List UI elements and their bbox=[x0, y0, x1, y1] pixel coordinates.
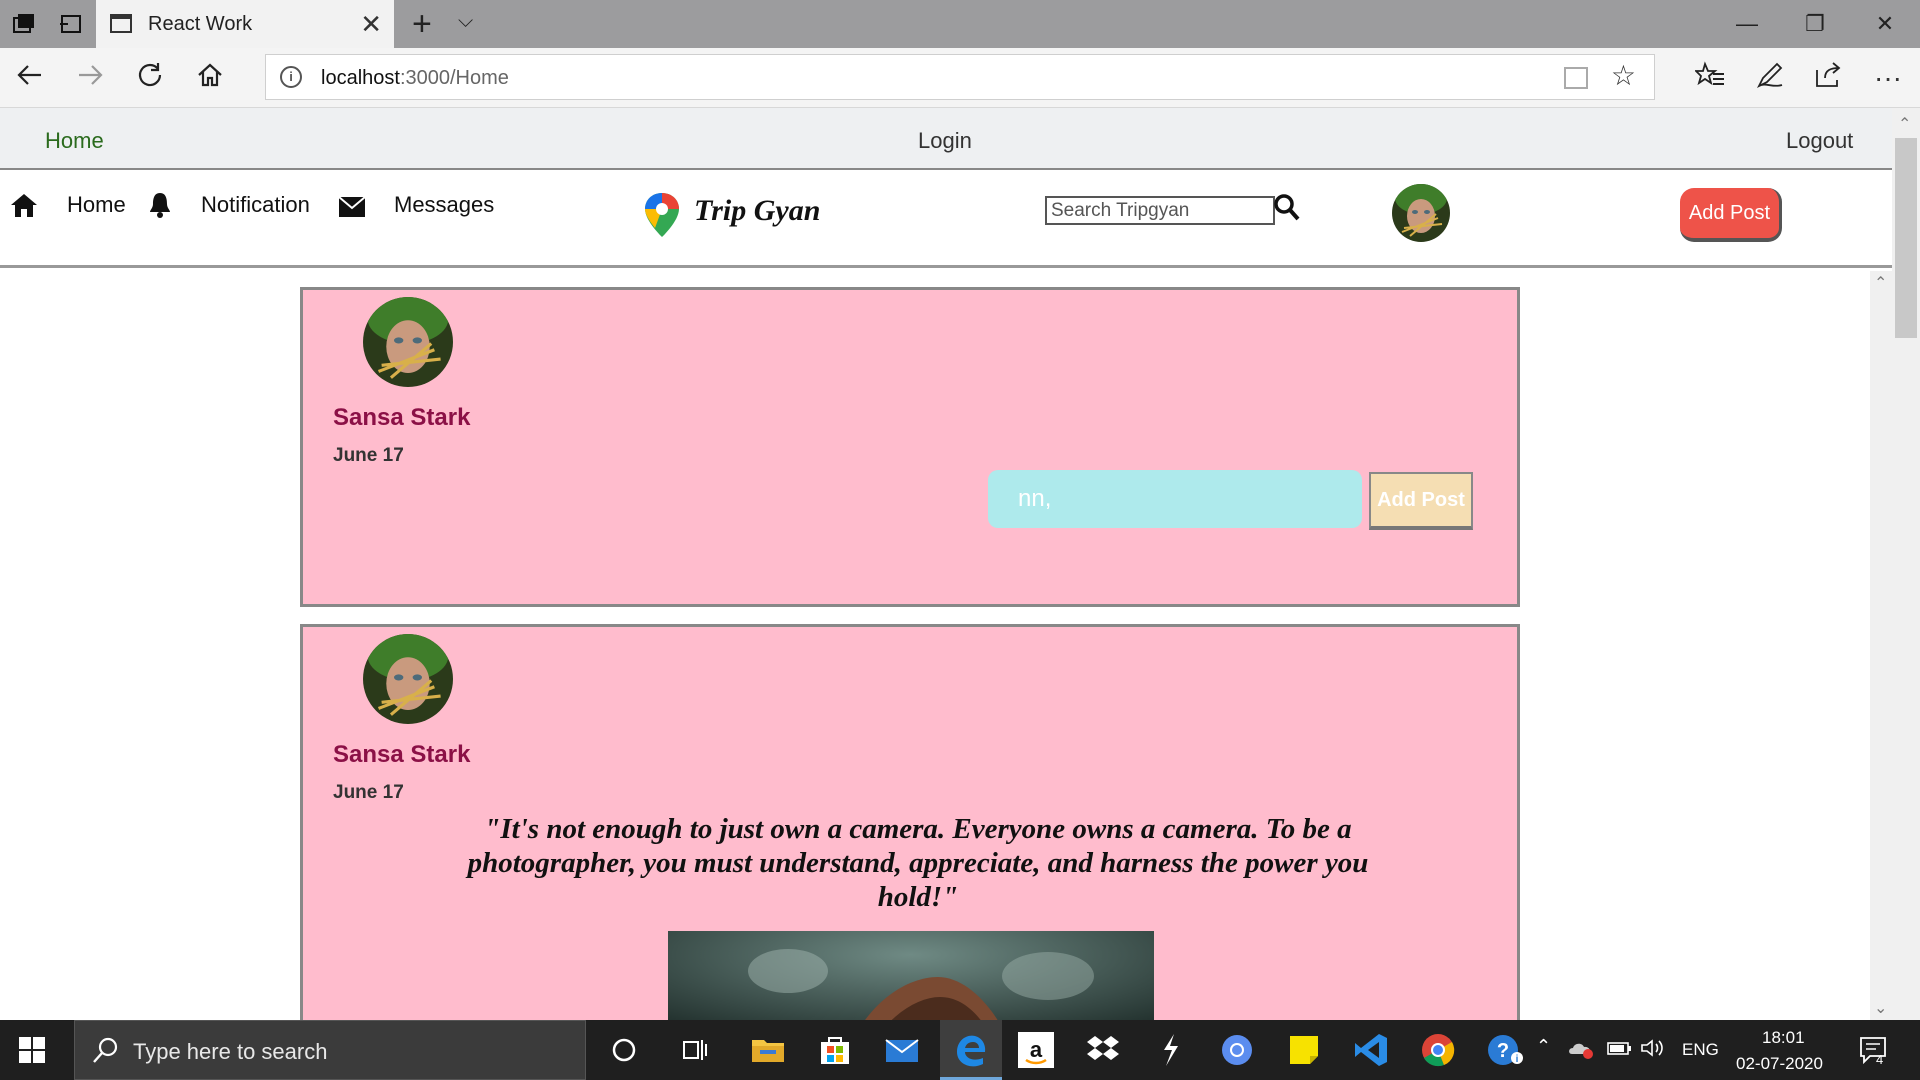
cortana-icon[interactable] bbox=[604, 1030, 644, 1070]
volume-icon[interactable] bbox=[1640, 1038, 1666, 1063]
header-home-link[interactable]: Home bbox=[67, 192, 126, 218]
url-text: localhost:3000/Home bbox=[321, 67, 509, 89]
refresh-icon[interactable] bbox=[132, 60, 168, 96]
info-icon[interactable]: i bbox=[280, 66, 302, 88]
notification-count: 4 bbox=[1876, 1052, 1884, 1067]
svg-text:?: ? bbox=[1497, 1040, 1509, 1062]
map-pin-icon bbox=[645, 193, 679, 237]
file-explorer-icon[interactable] bbox=[748, 1030, 788, 1070]
tab-react-work[interactable]: React Work ✕ bbox=[96, 0, 394, 48]
search-input[interactable] bbox=[1045, 196, 1275, 225]
bell-icon[interactable] bbox=[148, 191, 172, 226]
tab-title: React Work bbox=[148, 13, 253, 35]
feed-scrollbar[interactable]: ⌃ ⌄ bbox=[1870, 271, 1892, 1020]
onedrive-error-icon[interactable] bbox=[1568, 1038, 1596, 1065]
post-avatar[interactable] bbox=[363, 297, 453, 387]
tab-menu-icon[interactable]: ⌵ bbox=[458, 10, 473, 33]
task-view-icon[interactable] bbox=[676, 1030, 716, 1070]
house-icon[interactable] bbox=[10, 192, 38, 225]
clock-time[interactable]: 18:01 bbox=[1762, 1028, 1805, 1048]
add-post-button[interactable]: Add Post bbox=[1680, 188, 1782, 242]
windows-taskbar: Type here to search a ? i ⌃ ENG 18:01 02… bbox=[0, 1020, 1920, 1080]
reading-view-icon[interactable] bbox=[1564, 67, 1588, 89]
top-nav: Home Login Logout bbox=[0, 108, 1892, 170]
amazon-icon[interactable]: a bbox=[1016, 1030, 1056, 1070]
nav-logout-link[interactable]: Logout bbox=[1786, 128, 1853, 154]
taskbar-search-placeholder: Type here to search bbox=[133, 1039, 328, 1064]
edge-taskbar-active[interactable] bbox=[940, 1020, 1002, 1080]
address-bar-row: i localhost:3000/Home ☆ ··· bbox=[0, 48, 1920, 108]
svg-text:i: i bbox=[1516, 1054, 1519, 1065]
dropbox-icon[interactable] bbox=[1083, 1030, 1123, 1070]
browser-tab-bar: React Work ✕ + ⌵ — ❐ ✕ bbox=[0, 0, 1920, 48]
scroll-up-icon[interactable]: ⌃ bbox=[1898, 114, 1911, 134]
more-icon[interactable]: ··· bbox=[1870, 60, 1906, 96]
share-icon[interactable] bbox=[1810, 60, 1846, 96]
set-aside-tabs-icon[interactable] bbox=[58, 12, 84, 36]
store-icon[interactable] bbox=[815, 1030, 855, 1070]
language-indicator[interactable]: ENG bbox=[1682, 1040, 1719, 1060]
post-text-input[interactable] bbox=[988, 470, 1362, 528]
page-icon bbox=[110, 14, 132, 33]
nav-home-link[interactable]: Home bbox=[45, 128, 104, 154]
post-author[interactable]: Sansa Stark bbox=[333, 404, 470, 432]
favorite-star-icon[interactable]: ☆ bbox=[1611, 61, 1636, 91]
tab-close-icon[interactable]: ✕ bbox=[360, 9, 382, 39]
scrollbar-thumb[interactable] bbox=[1895, 138, 1917, 338]
close-window-icon[interactable]: ✕ bbox=[1860, 10, 1910, 40]
page-scrollbar[interactable]: ⌃ bbox=[1892, 108, 1920, 1020]
restore-icon[interactable]: ❐ bbox=[1790, 10, 1840, 40]
chromium-icon[interactable] bbox=[1217, 1030, 1257, 1070]
post-date: June 17 bbox=[333, 782, 404, 803]
site-logo[interactable]: Trip Gyan bbox=[694, 194, 820, 228]
vscode-icon[interactable] bbox=[1351, 1030, 1391, 1070]
windows-start-icon[interactable] bbox=[18, 1036, 46, 1064]
site-header: Home Notification Messages Trip Gyan Sea… bbox=[0, 170, 1892, 268]
favorites-icon[interactable] bbox=[1692, 60, 1728, 96]
url-field[interactable]: i localhost:3000/Home ☆ bbox=[265, 54, 1655, 100]
battery-icon[interactable] bbox=[1606, 1038, 1632, 1063]
show-hidden-icons[interactable]: ⌃ bbox=[1536, 1036, 1551, 1057]
help-icon[interactable]: ? i bbox=[1485, 1030, 1525, 1070]
home-icon[interactable] bbox=[192, 60, 228, 96]
back-icon[interactable] bbox=[12, 60, 48, 96]
chrome-icon[interactable] bbox=[1418, 1030, 1458, 1070]
user-avatar[interactable] bbox=[1392, 184, 1450, 242]
header-messages-link[interactable]: Messages bbox=[394, 192, 494, 218]
post-quote: "It's not enough to just own a camera. E… bbox=[467, 813, 1369, 913]
app-s-icon[interactable] bbox=[1150, 1030, 1190, 1070]
forward-icon[interactable] bbox=[72, 60, 108, 96]
envelope-icon[interactable] bbox=[338, 194, 366, 225]
taskbar-search-icon bbox=[91, 1035, 121, 1067]
post-avatar[interactable] bbox=[363, 634, 453, 724]
edge-icon bbox=[951, 1030, 991, 1070]
post-date: June 17 bbox=[333, 445, 404, 466]
submit-post-button[interactable]: Add Post bbox=[1369, 472, 1473, 530]
new-tab-icon[interactable]: + bbox=[412, 6, 432, 42]
post-photo[interactable] bbox=[668, 931, 1154, 1020]
feed-scroll-up-icon[interactable]: ⌃ bbox=[1874, 273, 1887, 293]
pen-icon[interactable] bbox=[1752, 60, 1788, 96]
post-author[interactable]: Sansa Stark bbox=[333, 741, 470, 769]
post-feed: Sansa Stark June 17 Add Post Sansa Stark… bbox=[0, 271, 1892, 1020]
header-notification-link[interactable]: Notification bbox=[201, 192, 310, 218]
post-card: Sansa Stark June 17 Add Post bbox=[300, 287, 1520, 607]
svg-text:a: a bbox=[1030, 1037, 1043, 1062]
feed-scroll-down-icon[interactable]: ⌄ bbox=[1874, 998, 1887, 1018]
post-card: Sansa Stark June 17 "It's not enough to … bbox=[300, 624, 1520, 1020]
web-page: Home Login Logout Home Notification Mess… bbox=[0, 108, 1920, 1020]
tab-preview-icon[interactable] bbox=[12, 12, 38, 36]
minimize-icon[interactable]: — bbox=[1722, 10, 1772, 40]
nav-login-link[interactable]: Login bbox=[918, 128, 972, 154]
action-center-icon[interactable] bbox=[1858, 1034, 1890, 1071]
taskbar-search-box[interactable]: Type here to search bbox=[74, 1020, 586, 1080]
mail-icon[interactable] bbox=[882, 1030, 922, 1070]
sticky-notes-icon[interactable] bbox=[1284, 1030, 1324, 1070]
clock-date[interactable]: 02-07-2020 bbox=[1736, 1054, 1823, 1074]
search-icon[interactable] bbox=[1272, 192, 1302, 224]
